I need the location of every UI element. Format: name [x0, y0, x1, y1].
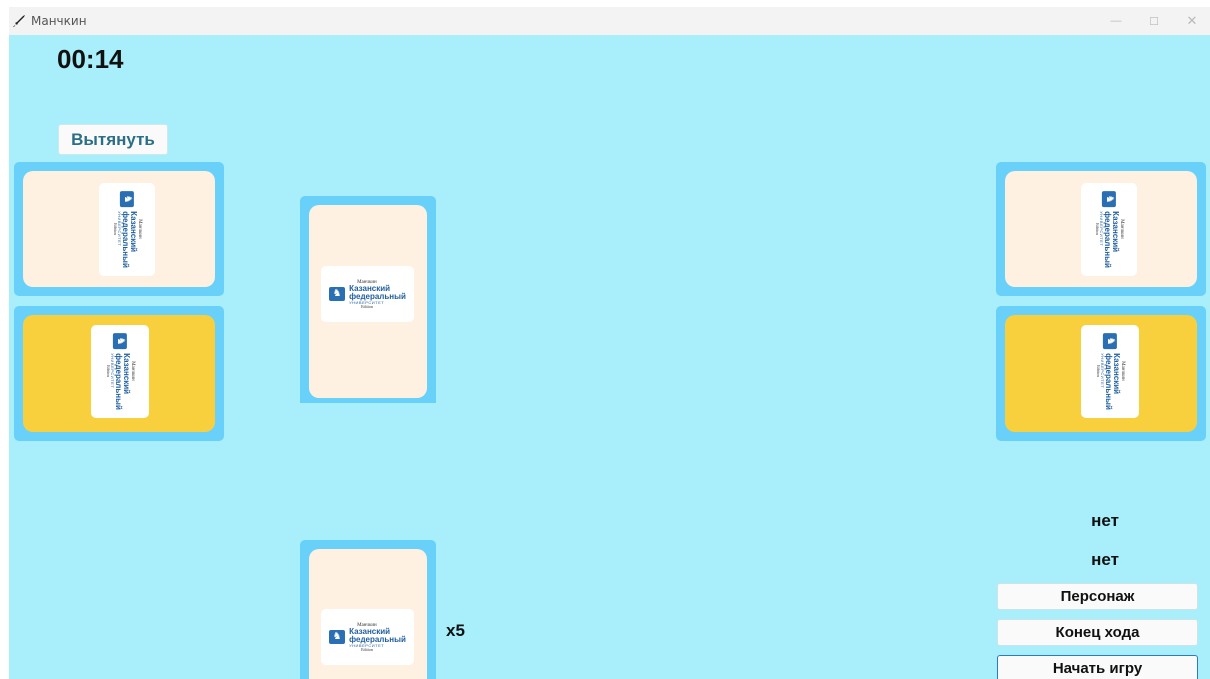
played-card[interactable]: ♞ Манчкин Казанский федеральный УНИВЕРСИ… [309, 205, 427, 398]
logo-line: Edition [361, 303, 373, 309]
maximize-icon: ☐ [1149, 15, 1159, 28]
window-title: Манчкин [31, 14, 87, 28]
maximize-button[interactable]: ☐ [1135, 7, 1173, 35]
card-back-logo: ♞ Манчкин Казанский федеральный УНИВЕРСИ… [1081, 325, 1139, 418]
university-emblem-icon: ♞ [329, 287, 346, 301]
door-deck-card[interactable]: ♞ Манчкин Казанский федеральный УНИВЕРСИ… [23, 171, 215, 287]
door-deck-slot[interactable]: ♞ Манчкин Казанский федеральный УНИВЕРСИ… [14, 162, 224, 296]
card-back-logo: ♞ Манчкин Казанский федеральный УНИВЕРСИ… [1081, 183, 1137, 276]
start-game-button[interactable]: Начать игру [997, 655, 1198, 679]
treasure-discard-slot[interactable]: ♞ Манчкин Казанский федеральный УНИВЕРСИ… [996, 306, 1206, 441]
close-button[interactable]: ✕ [1173, 7, 1210, 35]
window-titlebar: Манчкин — ☐ ✕ [9, 7, 1210, 35]
card-back-logo: ♞ Манчкин Казанский федеральный УНИВЕРСИ… [321, 609, 414, 665]
treasure-deck-slot[interactable]: ♞ Манчкин Казанский федеральный УНИВЕРСИ… [14, 306, 224, 441]
logo-line: УНИВЕРСИТЕТ [1098, 211, 1104, 247]
end-turn-button[interactable]: Конец хода [997, 619, 1198, 646]
hand-card[interactable]: ♞ Манчкин Казанский федеральный УНИВЕРСИ… [309, 549, 427, 679]
game-board: 00:14 Вытянуть ♞ Манчкин Казанский федер… [9, 35, 1210, 679]
sword-icon [13, 15, 25, 27]
logo-line: Edition [1094, 223, 1100, 235]
card-back-logo: ♞ Манчкин Казанский федеральный УНИВЕРСИ… [99, 183, 155, 276]
logo-line: Edition [361, 646, 373, 652]
hand-count-multiplier: x5 [446, 621, 465, 640]
hand-slot[interactable]: ♞ Манчкин Казанский федеральный УНИВЕРСИ… [300, 540, 436, 679]
logo-line: УНИВЕРСИТЕТ [1099, 353, 1105, 389]
draw-card-button[interactable]: Вытянуть [58, 124, 168, 155]
university-emblem-icon: ♞ [120, 191, 135, 208]
logo-line: УНИВЕРСИТЕТ [116, 211, 122, 247]
close-icon: ✕ [1186, 13, 1198, 28]
logo-line: Edition [112, 223, 118, 235]
character-button[interactable]: Персонаж [997, 583, 1198, 610]
university-emblem-icon: ♞ [113, 333, 128, 350]
status-text: нет [1091, 550, 1119, 569]
treasure-deck-card[interactable]: ♞ Манчкин Казанский федеральный УНИВЕРСИ… [23, 315, 215, 432]
status-text: нет [1091, 511, 1119, 530]
door-discard-slot[interactable]: ♞ Манчкин Казанский федеральный УНИВЕРСИ… [996, 162, 1206, 296]
university-emblem-icon: ♞ [1103, 333, 1118, 350]
door-discard-card[interactable]: ♞ Манчкин Казанский федеральный УНИВЕРСИ… [1005, 171, 1197, 287]
treasure-discard-card[interactable]: ♞ Манчкин Казанский федеральный УНИВЕРСИ… [1005, 315, 1197, 432]
play-area-slot[interactable]: ♞ Манчкин Казанский федеральный УНИВЕРСИ… [300, 196, 436, 403]
logo-line: УНИВЕРСИТЕТ [109, 353, 115, 389]
card-back-logo: ♞ Манчкин Казанский федеральный УНИВЕРСИ… [321, 266, 414, 322]
card-back-logo: ♞ Манчкин Казанский федеральный УНИВЕРСИ… [91, 325, 149, 418]
logo-line: Edition [105, 365, 111, 377]
logo-line: Edition [1095, 365, 1101, 377]
minimize-button[interactable]: — [1097, 7, 1135, 35]
turn-timer: 00:14 [57, 44, 124, 74]
university-emblem-icon: ♞ [329, 630, 346, 644]
university-emblem-icon: ♞ [1102, 191, 1117, 208]
minimize-icon: — [1110, 15, 1122, 27]
